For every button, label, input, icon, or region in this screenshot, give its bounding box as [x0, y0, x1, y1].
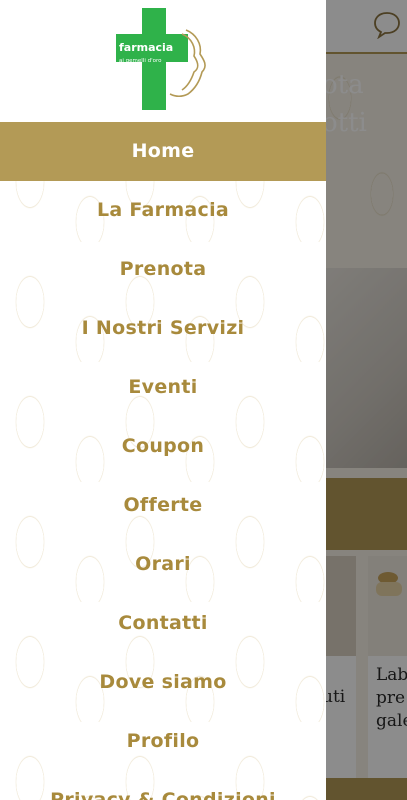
pharmacy-logo[interactable]: farmacia ai gemelli d'oro: [116, 8, 216, 112]
menu-list: Home La Farmacia Prenota I Nostri Serviz…: [0, 122, 326, 800]
menu-item-contatti[interactable]: Contatti: [0, 594, 326, 653]
menu-item-dove-siamo[interactable]: Dove siamo: [0, 653, 326, 712]
menu-item-privacy[interactable]: Privacy & Condizioni: [0, 771, 326, 800]
menu-item-la-farmacia[interactable]: La Farmacia: [0, 181, 326, 240]
navigation-drawer: farmacia ai gemelli d'oro Home La Farmac…: [0, 0, 326, 800]
menu-item-orari[interactable]: Orari: [0, 535, 326, 594]
logo-subtitle: ai gemelli d'oro: [119, 58, 162, 64]
menu-item-coupon[interactable]: Coupon: [0, 417, 326, 476]
menu-item-prenota[interactable]: Prenota: [0, 240, 326, 299]
drawer-header: farmacia ai gemelli d'oro: [0, 0, 326, 122]
logo-title: farmacia: [119, 41, 174, 54]
menu-item-eventi[interactable]: Eventi: [0, 358, 326, 417]
menu-item-home[interactable]: Home: [0, 122, 326, 181]
menu-item-servizi[interactable]: I Nostri Servizi: [0, 299, 326, 358]
drawer-scrim[interactable]: [326, 0, 407, 800]
menu-item-offerte[interactable]: Offerte: [0, 476, 326, 535]
menu-item-profilo[interactable]: Profilo: [0, 712, 326, 771]
